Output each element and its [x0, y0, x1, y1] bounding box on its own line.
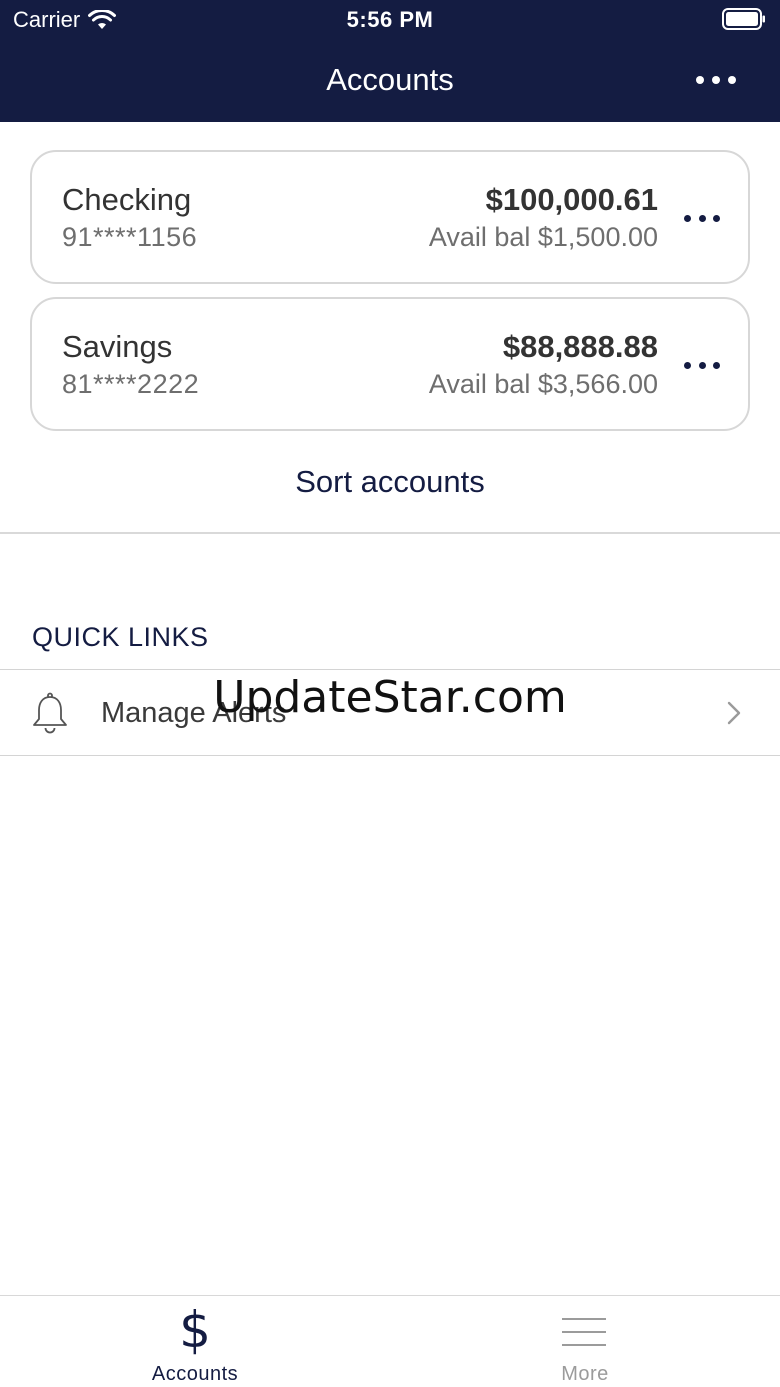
ellipsis-icon-dot: [712, 76, 720, 84]
status-time: 5:56 PM: [346, 7, 434, 32]
header-more-button[interactable]: [696, 66, 736, 94]
account-card-savings[interactable]: Savings 81****2222 $88,888.88 Avail bal …: [30, 297, 750, 431]
available-balance: Avail bal $3,566.00: [428, 369, 658, 399]
account-options-button[interactable]: [684, 355, 720, 375]
account-number: 91****1156: [62, 222, 198, 252]
account-balance: $100,000.61: [485, 182, 658, 217]
manage-alerts-link[interactable]: Manage Alerts: [0, 670, 780, 755]
ellipsis-icon-dot: [713, 214, 720, 222]
status-bar: Carrier 5:56 PM: [0, 0, 780, 40]
page-title: Accounts: [326, 62, 454, 97]
section-divider: [0, 532, 780, 534]
quick-links-heading: QUICK LINKS: [32, 622, 209, 652]
ellipsis-icon-dot: [696, 76, 704, 84]
tab-accounts[interactable]: $ Accounts: [0, 1296, 390, 1387]
list-divider: [0, 755, 780, 756]
ellipsis-icon-dot: [728, 76, 736, 84]
account-options-button[interactable]: [684, 208, 720, 228]
tab-bar: $ Accounts More: [0, 1295, 780, 1387]
account-name: Savings: [62, 329, 173, 364]
bell-icon: [33, 692, 67, 734]
ellipsis-icon-dot: [698, 214, 706, 222]
account-balance: $88,888.88: [502, 329, 658, 364]
dollar-icon: $: [179, 1301, 211, 1359]
chevron-right-icon: [727, 701, 741, 725]
sort-accounts-button[interactable]: Sort accounts: [0, 464, 780, 500]
account-number: 81****2222: [62, 369, 200, 399]
app-header: Carrier 5:56 PM Accounts: [0, 0, 780, 122]
tab-label: Accounts: [151, 1363, 239, 1385]
account-name: Checking: [62, 182, 192, 217]
tab-more[interactable]: More: [390, 1296, 780, 1387]
ellipsis-icon-dot: [684, 361, 691, 369]
ellipsis-icon-dot: [713, 361, 720, 369]
ellipsis-icon-dot: [698, 361, 706, 369]
tab-label: More: [561, 1363, 609, 1385]
ellipsis-icon-dot: [684, 214, 691, 222]
battery-icon: [722, 8, 765, 30]
menu-icon: [562, 1318, 606, 1346]
list-item-label: Manage Alerts: [101, 697, 287, 729]
accounts-screen: Carrier 5:56 PM Accounts Checking 91****…: [0, 0, 780, 1387]
account-card-checking[interactable]: Checking 91****1156 $100,000.61 Avail ba…: [30, 150, 750, 284]
available-balance: Avail bal $1,500.00: [428, 222, 658, 252]
